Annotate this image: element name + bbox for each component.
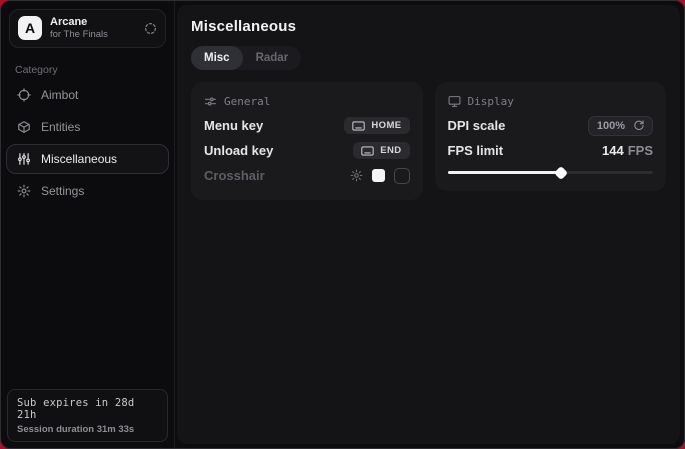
app-window: A Arcane for The Finals Category Aimbot (0, 0, 685, 449)
sidebar-item-label: Miscellaneous (41, 152, 117, 166)
sidebar-item-label: Aimbot (41, 88, 78, 102)
category-label: Category (15, 64, 160, 76)
sidebar-item-label: Settings (41, 184, 84, 198)
fps-slider-fill (448, 171, 561, 174)
general-card: General Menu key HOME (191, 82, 423, 200)
sidebar: A Arcane for The Finals Category Aimbot (1, 1, 175, 448)
sidebar-item-miscellaneous[interactable]: Miscellaneous (6, 144, 169, 174)
keyboard-icon (352, 121, 365, 131)
crosshair-settings-gear-icon[interactable] (350, 169, 363, 182)
dpi-scale-select[interactable]: 100% (588, 116, 653, 136)
sub-expiry-text: Sub expires in 28d 21h (17, 397, 158, 421)
unload-key-bind[interactable]: END (353, 142, 409, 159)
brand-title: Arcane (50, 16, 136, 29)
crosshair-row: Crosshair (204, 164, 410, 187)
main-panel: Miscellaneous Misc Radar Gene (177, 5, 680, 444)
display-card: Display DPI scale 100% (435, 82, 667, 191)
fps-limit-label: FPS limit (448, 143, 504, 158)
sidebar-item-entities[interactable]: Entities (6, 112, 169, 142)
fps-limit-row: FPS limit 144FPS (448, 139, 654, 162)
gear-icon (17, 184, 31, 198)
general-icon (204, 95, 217, 108)
crosshair-color-swatch[interactable] (372, 169, 385, 182)
session-card: Sub expires in 28d 21h Session duration … (7, 389, 168, 442)
crosshair-checkbox[interactable] (394, 168, 410, 184)
menu-key-row: Menu key HOME (204, 114, 410, 137)
tab-bar: Misc Radar (191, 46, 301, 70)
refresh-icon (633, 120, 644, 131)
brand-subtitle: for The Finals (50, 29, 136, 40)
brand-card: A Arcane for The Finals (9, 9, 166, 48)
fps-limit-value: 144FPS (602, 143, 653, 158)
dpi-scale-value: 100% (597, 120, 625, 132)
general-card-title: General (224, 95, 270, 108)
loader-icon (144, 22, 157, 35)
unload-key-label: Unload key (204, 143, 273, 158)
dpi-scale-row: DPI scale 100% (448, 114, 654, 137)
sidebar-item-label: Entities (41, 120, 80, 134)
page-title: Miscellaneous (191, 18, 666, 35)
dpi-scale-label: DPI scale (448, 118, 506, 133)
crosshair-icon (17, 88, 31, 102)
sidebar-item-aimbot[interactable]: Aimbot (6, 80, 169, 110)
fps-slider-thumb[interactable] (553, 165, 567, 179)
sidebar-item-settings[interactable]: Settings (6, 176, 169, 206)
display-card-title: Display (468, 95, 514, 108)
sliders-icon (17, 152, 31, 166)
tab-radar[interactable]: Radar (243, 46, 302, 70)
brand-logo: A (18, 16, 42, 40)
menu-key-label: Menu key (204, 118, 263, 133)
crosshair-label: Crosshair (204, 168, 265, 183)
display-icon (448, 95, 461, 108)
entities-icon (17, 120, 31, 134)
fps-limit-slider[interactable] (448, 166, 654, 178)
keyboard-icon (361, 146, 374, 156)
session-duration-text: Session duration 31m 33s (17, 424, 158, 435)
sidebar-nav: Aimbot Entities Miscella (1, 80, 174, 206)
tab-misc[interactable]: Misc (191, 46, 243, 70)
unload-key-row: Unload key END (204, 139, 410, 162)
menu-key-bind[interactable]: HOME (344, 117, 409, 134)
